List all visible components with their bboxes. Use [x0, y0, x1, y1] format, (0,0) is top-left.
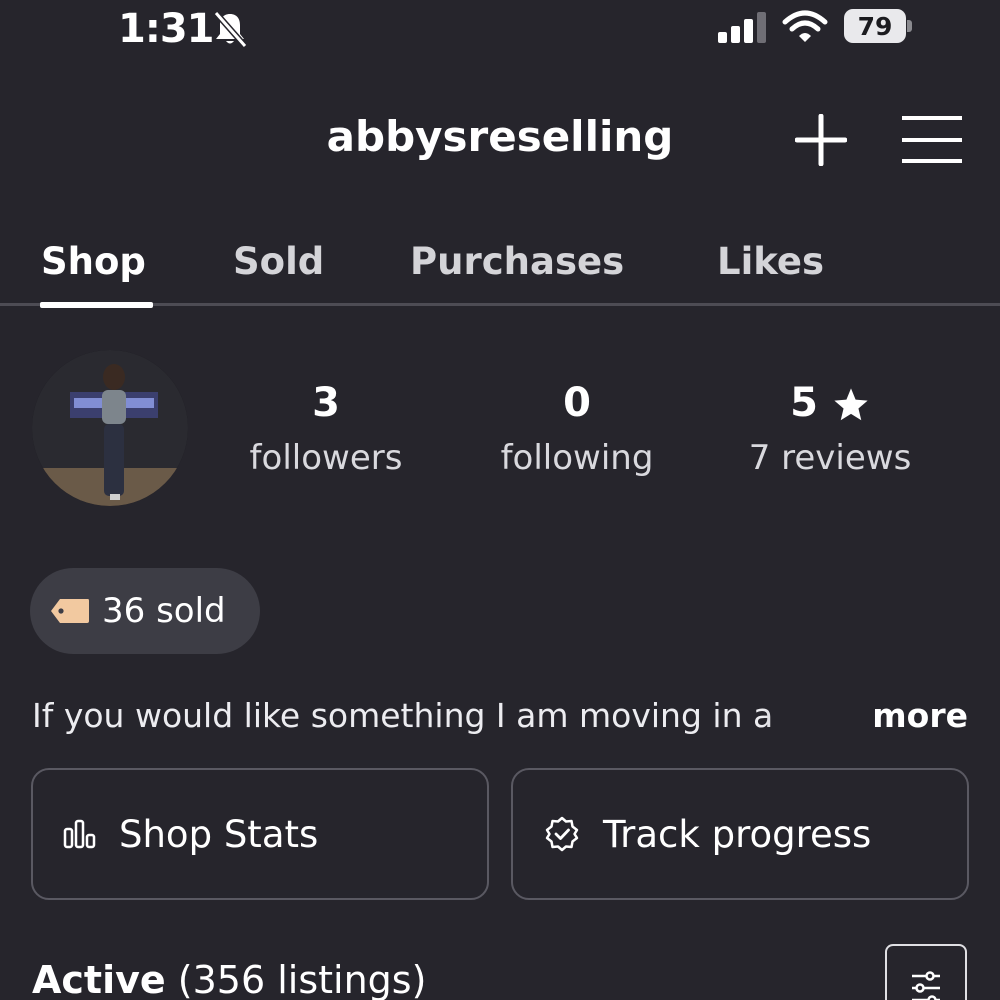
profile-screen: 1:31 79 abbysreselling Shop Sold Purchas…: [0, 0, 1000, 1000]
bar-chart-icon: [63, 819, 96, 849]
active-label: Active: [32, 958, 166, 1000]
sold-count: 36 sold: [102, 591, 226, 631]
cellular-signal-icon: [718, 12, 766, 43]
bio-text: If you would like something I am moving …: [32, 696, 774, 735]
following-count: 0: [563, 380, 591, 426]
active-listings-heading: Active (356 listings): [32, 958, 426, 1000]
page-title: abbysreselling: [326, 112, 674, 161]
shop-stats-button[interactable]: Shop Stats: [31, 768, 489, 900]
active-tab-indicator: [40, 302, 153, 308]
filter-button[interactable]: [885, 944, 967, 1000]
hamburger-menu-icon[interactable]: [900, 114, 964, 166]
wifi-icon: [782, 10, 828, 42]
rating-value-row: 5: [710, 378, 950, 428]
plus-icon[interactable]: [795, 114, 847, 166]
following-stat[interactable]: 0 following: [457, 378, 697, 478]
sold-badge[interactable]: 36 sold: [30, 568, 260, 654]
reviews-stat[interactable]: 5 7 reviews: [710, 378, 950, 478]
avatar[interactable]: [32, 350, 188, 506]
tab-shop[interactable]: Shop: [41, 240, 146, 283]
shop-stats-label: Shop Stats: [119, 812, 319, 856]
star-icon: [834, 388, 868, 421]
tab-likes[interactable]: Likes: [717, 240, 824, 283]
track-progress-label: Track progress: [603, 812, 872, 856]
status-time: 1:31: [118, 6, 214, 52]
bio-more-link[interactable]: more: [872, 696, 968, 735]
reviews-label: 7 reviews: [748, 438, 912, 478]
listings-count: (356 listings): [177, 958, 427, 1000]
followers-stat[interactable]: 3 followers: [206, 378, 446, 478]
battery-indicator: 79: [844, 9, 906, 43]
battery-nub: [907, 20, 912, 32]
followers-label: followers: [249, 438, 403, 478]
tab-sold[interactable]: Sold: [233, 240, 324, 283]
followers-count: 3: [312, 380, 340, 426]
profile-tabs: Shop Sold Purchases Likes: [0, 240, 1000, 310]
sliders-icon: [912, 971, 940, 1000]
verified-badge-icon: [545, 816, 579, 852]
bio: If you would like something I am moving …: [32, 696, 972, 744]
bell-muted-icon: [213, 11, 248, 48]
avatar-photo: [32, 350, 188, 506]
rating-value: 5: [790, 380, 818, 426]
tab-purchases[interactable]: Purchases: [410, 240, 624, 283]
following-label: following: [500, 438, 654, 478]
price-tag-icon: [51, 599, 89, 623]
track-progress-button[interactable]: Track progress: [511, 768, 969, 900]
